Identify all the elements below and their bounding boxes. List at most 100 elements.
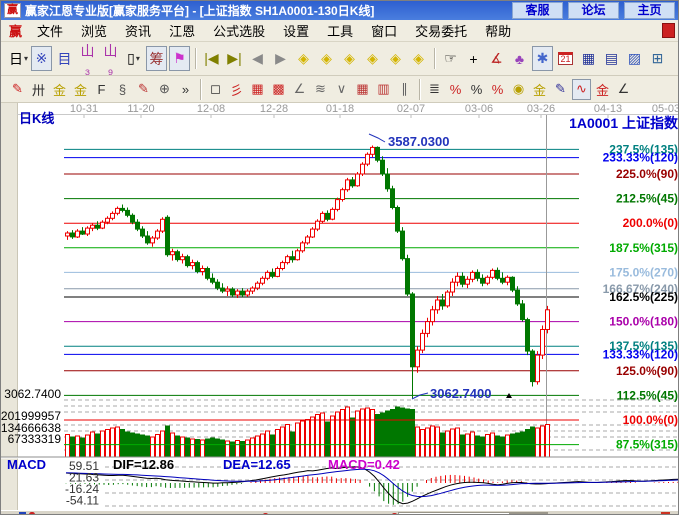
zoom-in-horizontal-icon[interactable]: ◈ — [362, 46, 383, 71]
svg-text:187.5%(315): 187.5%(315) — [609, 241, 678, 255]
gann-fan-icon[interactable]: 彡 — [227, 79, 246, 100]
gann-grid-icon[interactable]: 金 — [50, 79, 69, 100]
kline-chart-canvas[interactable]: 10-3111-2012-0812-2801-1802-0703-0603-26… — [1, 103, 679, 510]
svg-text:12-08: 12-08 — [197, 103, 225, 115]
angle-measure-icon[interactable]: ∡ — [486, 46, 507, 71]
volume-scale-3: 67333319 — [8, 432, 62, 446]
red-grid-icon[interactable]: ▦ — [353, 79, 372, 100]
grid-arrow-icon[interactable]: ▥ — [374, 79, 393, 100]
pen-grid-icon[interactable]: ✎ — [134, 79, 153, 100]
spiral-icon[interactable]: § — [113, 79, 132, 100]
toolbar-drawing-tools: ✎卅金金F§✎⊕»◻彡▦▩∠≋∨▦▥∥≣%%%◉金✎∿金∠ — [1, 76, 678, 103]
price-scale-icon[interactable]: ≣ — [425, 79, 444, 100]
forum-button[interactable]: 论坛 — [568, 2, 619, 19]
app-window: 赢 赢家江恩专业版[赢家服务平台] - [上证指数 SH1A0001-130日K… — [0, 0, 679, 515]
svg-text:112.5%(45): 112.5%(45) — [617, 388, 678, 402]
more-tools-chevron[interactable]: » — [176, 79, 195, 100]
macd-dea-value: DEA=12.65 — [223, 457, 291, 472]
toolbar-separator — [195, 48, 196, 69]
first-bar-icon[interactable]: |◀ — [201, 46, 222, 71]
svg-text:-54.11: -54.11 — [66, 494, 99, 508]
shift-right-icon[interactable]: ◈ — [316, 46, 337, 71]
wave-9-icon[interactable]: 山₉ — [100, 46, 121, 71]
svg-text:233.33%(120): 233.33%(120) — [603, 151, 678, 165]
fib-grid-icon[interactable]: F — [92, 79, 111, 100]
chevron-down-icon: ▾ — [136, 54, 140, 63]
percent-level-icon[interactable]: % — [488, 79, 507, 100]
grid-ruler-icon[interactable]: 卅 — [29, 79, 48, 100]
gold-lines-icon[interactable]: 金 — [530, 79, 549, 100]
shift-left-icon[interactable]: ◈ — [293, 46, 314, 71]
gann-grid-shift-icon[interactable]: 金 — [71, 79, 90, 100]
notes-icon[interactable]: ▤ — [601, 46, 622, 71]
high-annotation: 3587.0300 — [369, 134, 449, 149]
gold-level-icon[interactable]: 金 — [593, 79, 612, 100]
macd-macd-value: MACD=0.42 — [328, 457, 400, 472]
zigzag-icon[interactable]: ∨ — [332, 79, 351, 100]
vertical-pen-icon[interactable]: ✎ — [551, 79, 570, 100]
svg-text:02-07: 02-07 — [397, 103, 425, 115]
menu-item-help[interactable]: 帮助 — [476, 19, 520, 42]
panel-period-label: 日K线 — [19, 111, 54, 126]
svg-text:10-31: 10-31 — [70, 103, 98, 115]
angle-line-icon[interactable]: ∠ — [290, 79, 309, 100]
price-grid-icon[interactable]: ▦ — [248, 79, 267, 100]
svg-text:133.33%(120): 133.33%(120) — [603, 347, 678, 361]
calculator-icon[interactable]: ▦ — [578, 46, 599, 71]
pattern-match-icon[interactable]: ✱ — [532, 46, 553, 71]
macd-dif-line — [66, 467, 678, 504]
signal-flag-icon[interactable]: ⚑ — [169, 46, 190, 71]
flower-basket-icon[interactable]: ♣ — [509, 46, 530, 71]
menu-item-file[interactable]: 文件 — [28, 19, 72, 42]
candle-style-selector[interactable]: ▯▾ — [123, 46, 144, 71]
svg-text:11-20: 11-20 — [127, 103, 154, 115]
menu-item-settings[interactable]: 设置 — [274, 19, 318, 42]
percent-line-icon[interactable]: % — [446, 79, 465, 100]
trend-lines-icon[interactable]: ≋ — [311, 79, 330, 100]
menu-corner-icon[interactable] — [662, 23, 675, 38]
draw-pen-icon[interactable]: ✎ — [8, 79, 27, 100]
svg-text:162.5%(225): 162.5%(225) — [609, 290, 678, 304]
menu-item-tools[interactable]: 工具 — [318, 19, 362, 42]
calendar-icon[interactable]: 21 — [555, 46, 576, 71]
homepage-button[interactable]: 主页 — [624, 2, 675, 19]
gold-circle-icon[interactable]: ◉ — [509, 79, 528, 100]
info-panel-icon[interactable]: 目 — [54, 46, 75, 71]
menu-item-formula-stock-pick[interactable]: 公式选股 — [204, 19, 274, 42]
last-bar-icon[interactable]: ▶| — [224, 46, 245, 71]
macd-dif-value: DIF=12.86 — [113, 457, 174, 472]
customer-service-button[interactable]: 客服 — [512, 2, 563, 19]
menu-item-news[interactable]: 资讯 — [116, 19, 160, 42]
chip-distribution-icon[interactable]: 筹 — [146, 46, 167, 71]
wave-3-icon[interactable]: 山₃ — [77, 46, 98, 71]
menu-item-gann[interactable]: 江恩 — [160, 19, 204, 42]
angle-j-icon[interactable]: ∠ — [614, 79, 633, 100]
svg-text:3062.7400: 3062.7400 — [430, 386, 491, 401]
time-circle-icon[interactable]: ⊕ — [155, 79, 174, 100]
zoom-out-horizontal-icon[interactable]: ◈ — [339, 46, 360, 71]
export-icon[interactable]: ⊞ — [647, 46, 668, 71]
period-day-selector[interactable]: 日▾ — [8, 46, 29, 71]
svg-text:87.5%(315): 87.5%(315) — [616, 438, 678, 452]
box-tool-icon[interactable]: ◻ — [206, 79, 225, 100]
prev-screen-icon[interactable]: ◀ — [247, 46, 268, 71]
menu-item-browse[interactable]: 浏览 — [72, 19, 116, 42]
menu-item-window[interactable]: 窗口 — [362, 19, 406, 42]
chan-pattern-icon[interactable]: ※ — [31, 46, 52, 71]
save-icon[interactable]: ▨ — [624, 46, 645, 71]
compress-view-icon[interactable]: ◈ — [408, 46, 429, 71]
menu-item-trade-entrust[interactable]: 交易委托 — [406, 19, 476, 42]
window-title: 赢家江恩专业版[赢家服务平台] - [上证指数 SH1A0001-130日K线] — [25, 2, 507, 19]
toolbar-separator — [434, 48, 435, 69]
percent-icon[interactable]: % — [467, 79, 486, 100]
drag-hand-icon[interactable]: ☞ — [440, 46, 461, 71]
next-screen-icon[interactable]: ▶ — [270, 46, 291, 71]
crosshair-icon[interactable]: + — [463, 46, 484, 71]
box-fan-icon[interactable]: ▩ — [269, 79, 288, 100]
menu-logo-icon: 赢 — [9, 21, 22, 40]
gann-level-lines — [64, 149, 579, 395]
svg-text:01-18: 01-18 — [326, 103, 354, 115]
wave-tool-icon[interactable]: ∿ — [572, 79, 591, 100]
parallel-lines-icon[interactable]: ∥ — [395, 79, 414, 100]
expand-view-icon[interactable]: ◈ — [385, 46, 406, 71]
